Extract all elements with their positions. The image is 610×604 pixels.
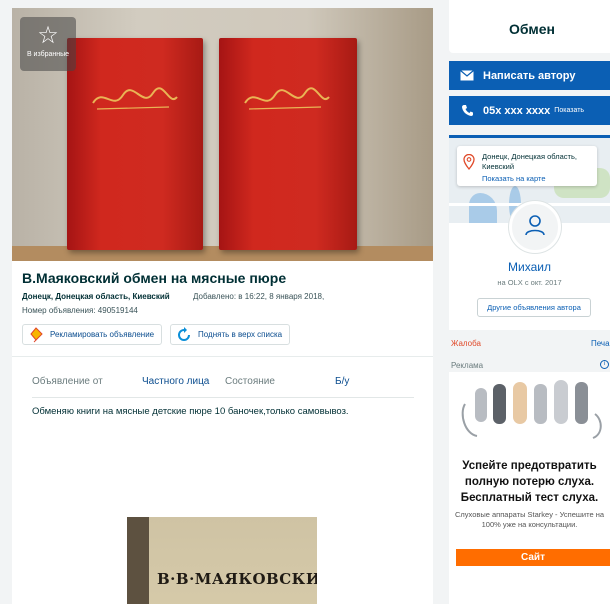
info-icon[interactable]: i: [600, 360, 609, 369]
other-ads-button[interactable]: Другие объявления автора: [477, 298, 591, 317]
map-pin-icon: [463, 153, 475, 175]
listing-photo-2[interactable]: В·В·МАЯКОВСКИЙ: [127, 517, 317, 604]
advert-subtext: Слуховые аппараты Starkey - Успешите на …: [449, 510, 610, 530]
listing-photo[interactable]: ☆ В избранные: [12, 8, 433, 261]
refresh-icon: [175, 326, 193, 344]
photo2-caption: В·В·МАЯКОВСКИЙ: [157, 570, 317, 588]
envelope-icon: [459, 68, 475, 84]
book-signature-left: [89, 83, 181, 117]
phone-number: 05x xxx xxxx: [483, 104, 551, 117]
listing-added-date: Добавлено: в 16:22, 8 января 2018,: [193, 292, 325, 301]
advert-headline-1: Успейте предотвратить: [462, 460, 597, 472]
param-key-seller: Объявление от: [32, 376, 103, 387]
kite-icon: [27, 326, 45, 344]
write-author-button[interactable]: Написать автору: [449, 61, 610, 90]
advert-image: [457, 374, 607, 444]
write-author-label: Написать автору: [483, 69, 576, 82]
promote-button[interactable]: Рекламировать объявление: [22, 324, 162, 345]
promote-label: Рекламировать объявление: [50, 330, 155, 339]
print-link[interactable]: Печа: [591, 339, 610, 348]
price-label: Обмен: [509, 21, 555, 37]
advert-headline: Успейте предотвратить полную потерю слух…: [449, 458, 610, 506]
complain-link[interactable]: Жалоба: [451, 339, 481, 348]
listing-main: ☆ В избранные В.Маяковский обмен на мясн…: [12, 8, 433, 604]
map-water-1: [469, 193, 497, 223]
user-icon: [523, 213, 547, 242]
section-divider: [12, 356, 433, 357]
listing-title: В.Маяковский обмен на мясные пюре: [22, 270, 287, 286]
advert-sub-2: 100% уже на консультации.: [481, 520, 578, 529]
map-address-tooltip: Донецк, Донецкая область, Киевский Показ…: [457, 146, 597, 186]
listing-description: Обменяю книги на мясные детские пюре 10 …: [32, 406, 349, 417]
param-value-condition[interactable]: Б/у: [335, 376, 349, 387]
seller-since: на OLX с окт. 2017: [497, 278, 562, 287]
seller-card: Донецк, Донецкая область, Киевский Показ…: [449, 135, 610, 330]
price-box: Обмен: [449, 0, 610, 53]
param-value-seller[interactable]: Частного лица: [142, 376, 209, 387]
advert-headline-2: полную потерю слуха.: [464, 476, 595, 488]
star-icon: ☆: [37, 22, 59, 49]
sidebar: Обмен Написать автору 05x xxx xxxx Показ…: [449, 0, 610, 604]
favorite-label: В избранные: [26, 51, 70, 58]
book-right: [219, 38, 357, 250]
seller-name[interactable]: Михаил: [449, 260, 610, 274]
avatar[interactable]: [509, 201, 561, 253]
param-key-condition: Состояние: [225, 376, 275, 387]
advert-label: Реклама: [451, 361, 484, 370]
advert-box[interactable]: Успейте предотвратить полную потерю слух…: [449, 372, 610, 604]
phone-icon: [459, 103, 475, 119]
advert-site-button[interactable]: Сайт: [456, 549, 610, 566]
photo2-shadow: [127, 517, 149, 604]
listing-ad-number: Номер объявления: 490519144: [22, 306, 138, 315]
book-left: [67, 38, 203, 250]
show-on-map-link[interactable]: Показать на карте: [482, 174, 546, 183]
book-signature-right: [241, 83, 333, 117]
listing-location: Донецк, Донецкая область, Киевский: [22, 292, 170, 301]
phone-show-link[interactable]: Показать: [554, 107, 584, 114]
raise-label: Поднять в верх списка: [198, 330, 283, 339]
advert-headline-3: Бесплатный тест слуха.: [460, 492, 599, 504]
raise-button[interactable]: Поднять в верх списка: [170, 324, 290, 345]
phone-button[interactable]: 05x xxx xxxx Показать: [449, 96, 610, 125]
advert-sub-1: Слуховые аппараты Starkey - Успешите на: [454, 510, 605, 519]
favorite-button[interactable]: ☆ В избранные: [20, 17, 76, 71]
map-address: Донецк, Донецкая область, Киевский: [482, 152, 577, 171]
listing-params: Объявление от Частного лица Состояние Б/…: [32, 376, 414, 398]
